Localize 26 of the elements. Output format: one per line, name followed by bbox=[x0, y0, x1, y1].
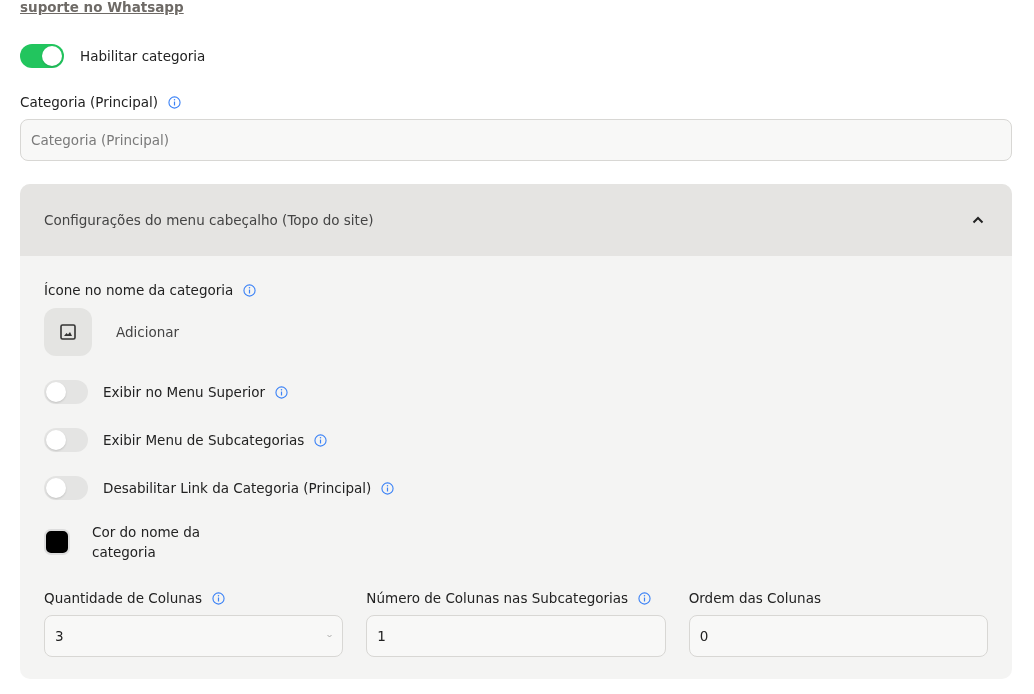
field-label: Ícone no nome da categoria bbox=[44, 282, 234, 298]
panel-header[interactable]: Configurações do menu cabeçalho (Topo do site) bbox=[20, 184, 1012, 256]
enable-toggle[interactable] bbox=[20, 44, 64, 68]
image-upload-button[interactable] bbox=[44, 308, 92, 356]
toggle-label: Desabilitar Link da Categoria (Principal) bbox=[103, 480, 372, 496]
toggle-switch[interactable] bbox=[44, 428, 88, 452]
caret-icon bbox=[327, 634, 333, 638]
color-swatch[interactable] bbox=[44, 529, 70, 555]
number-input[interactable]: 1 bbox=[366, 615, 666, 657]
select-field[interactable]: 3 bbox=[44, 615, 344, 657]
image-icon bbox=[60, 324, 76, 340]
field-label: Ordem das Colunas bbox=[688, 590, 821, 606]
support-link[interactable]: suporte no Whatsapp bbox=[20, 0, 184, 17]
category-input[interactable]: Categoria (Principal) bbox=[20, 119, 1012, 161]
field-label: Categoria (Principal) bbox=[20, 94, 159, 110]
toggle-switch[interactable] bbox=[44, 380, 88, 404]
toggle-label: Exibir Menu de Subcategorias bbox=[103, 432, 305, 448]
field-label: Quantidade de Colunas bbox=[44, 590, 203, 606]
panel-title: Configurações do menu cabeçalho (Topo do site) bbox=[44, 212, 374, 228]
toggle-label: Exibir no Menu Superior bbox=[103, 384, 265, 400]
color-label: Cor do nome da categoria bbox=[92, 523, 202, 562]
toggle-label: Habilitar categoria bbox=[80, 48, 206, 64]
field-label: Número de Colunas nas Subcategorias bbox=[366, 590, 629, 606]
toggle-switch[interactable] bbox=[44, 476, 88, 500]
number-input[interactable]: 0 bbox=[688, 615, 988, 657]
add-button[interactable]: Adicionar bbox=[108, 324, 188, 340]
